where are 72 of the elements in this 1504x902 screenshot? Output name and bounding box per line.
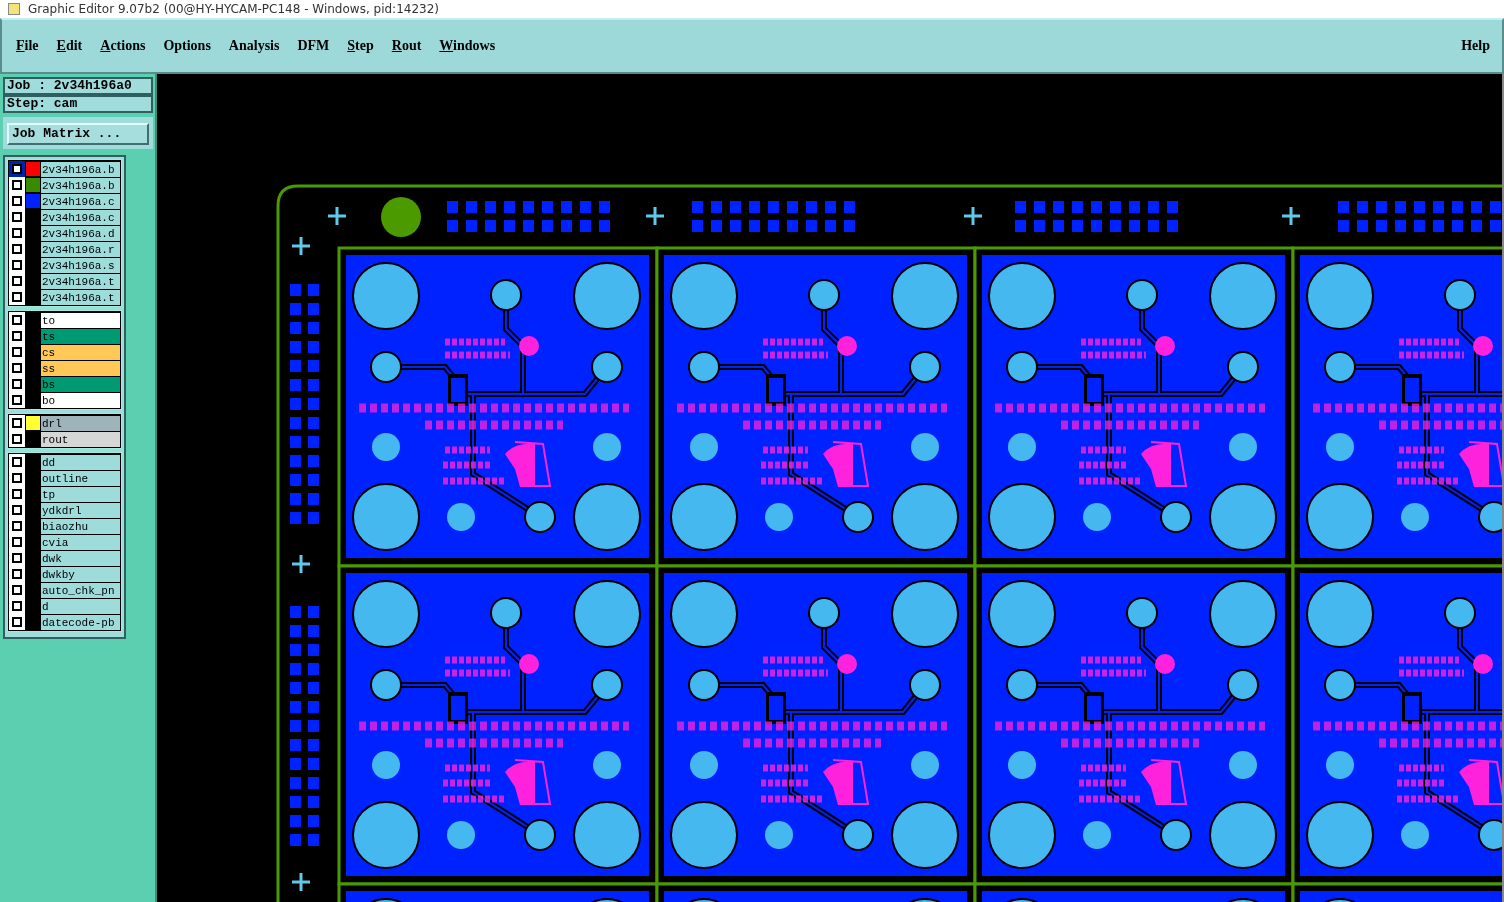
menu-item[interactable]: Edit xyxy=(56,38,83,54)
layer-name[interactable]: dwk xyxy=(40,550,120,566)
layer-name[interactable]: 2v34h196a.c xyxy=(40,209,120,225)
layer-name[interactable]: outline xyxy=(40,470,120,486)
layer-row[interactable]: dwk xyxy=(9,550,120,566)
layer-row[interactable]: dwkby xyxy=(9,566,120,582)
layer-row[interactable]: 2v34h196a.b xyxy=(9,177,120,193)
layer-name[interactable]: ts xyxy=(40,328,120,344)
app-icon xyxy=(8,3,20,15)
layer-row[interactable]: d xyxy=(9,598,120,614)
layer-name[interactable]: cvia xyxy=(40,534,120,550)
layer-row[interactable]: ss xyxy=(9,360,120,376)
menu-item[interactable]: Step xyxy=(347,38,374,54)
menu-item[interactable]: Analysis xyxy=(228,38,280,54)
layer-name[interactable]: bs xyxy=(40,376,120,392)
layer-row[interactable]: bo xyxy=(9,392,120,408)
menu-item[interactable]: Actions xyxy=(100,38,146,54)
layer-name[interactable]: 2v34h196a.t xyxy=(40,273,120,289)
layer-row[interactable]: tp xyxy=(9,486,120,502)
layer-name[interactable]: auto_chk_pn xyxy=(40,582,120,598)
layer-name[interactable]: dd xyxy=(40,454,120,470)
layer-row[interactable]: dd xyxy=(9,454,120,470)
layer-name[interactable]: ss xyxy=(40,360,120,376)
layer-row[interactable]: 2v34h196a.c xyxy=(9,193,120,209)
layer-name[interactable]: ydkdrl xyxy=(40,502,120,518)
layer-name[interactable]: drl xyxy=(40,415,120,431)
layer-name[interactable]: rout xyxy=(40,431,120,447)
layer-name[interactable]: 2v34h196a.r xyxy=(40,241,120,257)
layer-name[interactable]: 2v34h196a.b xyxy=(40,161,120,177)
layer-row[interactable]: 2v34h196a.t xyxy=(9,273,120,289)
layer-name[interactable]: 2v34h196a.c xyxy=(40,193,120,209)
layer-row[interactable]: outline xyxy=(9,470,120,486)
layer-row[interactable]: to xyxy=(9,312,120,328)
layer-row[interactable]: rout xyxy=(9,431,120,447)
layer-row[interactable]: 2v34h196a.b xyxy=(9,161,120,177)
layer-row[interactable]: cvia xyxy=(9,534,120,550)
menu-item[interactable]: Help xyxy=(1461,38,1490,54)
menu-item[interactable]: Rout xyxy=(391,38,422,54)
window-title: Graphic Editor 9.07b2 (00@HY-HYCAM-PC148 - Windows, pid:14232) xyxy=(28,1,439,17)
layer-row[interactable]: 2v34h196a.r xyxy=(9,241,120,257)
layer-row[interactable]: cs xyxy=(9,344,120,360)
layer-name[interactable]: cs xyxy=(40,344,120,360)
layer-name[interactable]: 2v34h196a.d xyxy=(40,225,120,241)
layer-row[interactable]: auto_chk_pn xyxy=(9,582,120,598)
layer-checkbox[interactable] xyxy=(9,161,25,177)
layer-name[interactable]: datecode-pb xyxy=(40,614,120,630)
menu-item[interactable]: File xyxy=(16,38,39,54)
layer-name[interactable]: biaozhu xyxy=(40,518,120,534)
layer-row[interactable]: 2v34h196a.s xyxy=(9,257,120,273)
step-label: Step: cam xyxy=(3,95,153,113)
layer-name[interactable]: 2v34h196a.b xyxy=(40,177,120,193)
layer-row[interactable]: drl xyxy=(9,415,120,431)
layer-row[interactable]: 2v34h196a.c xyxy=(9,209,120,225)
job-matrix-button[interactable]: Job Matrix ... xyxy=(7,122,149,145)
layer-name[interactable]: dwkby xyxy=(40,566,120,582)
layer-row[interactable]: 2v34h196a.d xyxy=(9,225,120,241)
job-label: Job : 2v34h196a0 xyxy=(3,77,153,95)
menu-item[interactable]: Options xyxy=(163,38,211,54)
layer-name[interactable]: d xyxy=(40,598,120,614)
layer-row[interactable]: bs xyxy=(9,376,120,392)
layer-row[interactable]: datecode-pb xyxy=(9,614,120,630)
layer-row[interactable]: ydkdrl xyxy=(9,502,120,518)
layer-name[interactable]: tp xyxy=(40,486,120,502)
layer-name[interactable]: 2v34h196a.t xyxy=(40,289,120,305)
layer-row[interactable]: biaozhu xyxy=(9,518,120,534)
menu-item[interactable]: Windows xyxy=(439,38,496,54)
layer-name[interactable]: to xyxy=(40,312,120,328)
layer-name[interactable]: bo xyxy=(40,392,120,408)
menu-item[interactable]: DFM xyxy=(297,38,330,54)
layer-name[interactable]: 2v34h196a.s xyxy=(40,257,120,273)
layer-row[interactable]: 2v34h196a.t xyxy=(9,289,120,305)
layer-row[interactable]: ts xyxy=(9,328,120,344)
